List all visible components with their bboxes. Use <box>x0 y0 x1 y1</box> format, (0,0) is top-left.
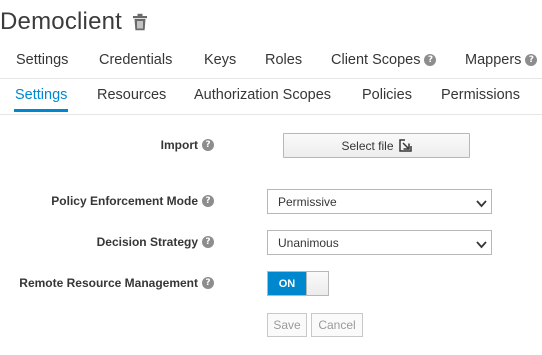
tab-label: Client Scopes <box>331 52 421 68</box>
tab-keys[interactable]: Keys <box>204 52 236 68</box>
field-label: Policy Enforcement Mode <box>51 194 198 208</box>
tab-credentials[interactable]: Credentials <box>99 52 172 68</box>
page-header: Democlient <box>0 5 148 39</box>
policy-enforcement-label: Policy Enforcement Mode? <box>51 194 214 208</box>
tab-label: Authorization Scopes <box>194 87 332 103</box>
field-label: Import <box>160 138 198 152</box>
tab-mappers[interactable]: Mappers? <box>465 52 538 68</box>
select-file-button[interactable]: Select file <box>283 133 470 158</box>
decision-strategy-select[interactable]: Unanimous <box>267 230 492 255</box>
chevron-down-icon <box>476 238 487 252</box>
tab-permissions[interactable]: Permissions <box>441 87 520 103</box>
tab-label: Permissions <box>441 87 520 103</box>
authorization-tabs: Settings Resources Authorization Scopes … <box>0 79 542 115</box>
toggle-on-label: ON <box>268 272 306 295</box>
save-button[interactable]: Save <box>267 313 307 337</box>
client-tabs: Settings Credentials Keys Roles Client S… <box>0 44 542 79</box>
trash-icon[interactable] <box>132 13 148 31</box>
tab-label: Keys <box>204 52 237 68</box>
chevron-down-icon <box>476 197 487 211</box>
remote-resource-toggle[interactable]: ON <box>267 271 329 296</box>
help-icon[interactable]: ? <box>202 236 214 248</box>
help-icon[interactable]: ? <box>202 277 214 289</box>
select-value: Unanimous <box>278 235 339 250</box>
tab-label: Roles <box>265 52 303 68</box>
cancel-button[interactable]: Cancel <box>311 313 363 337</box>
remote-resource-label: Remote Resource Management? <box>19 276 214 290</box>
tab-policies[interactable]: Policies <box>362 87 412 103</box>
tab-authorization-scopes[interactable]: Authorization Scopes <box>194 87 331 103</box>
toggle-knob <box>306 272 328 295</box>
tab-resources[interactable]: Resources <box>97 87 166 103</box>
tab-label: Credentials <box>99 52 173 68</box>
tab-label: Settings <box>15 87 68 103</box>
help-icon[interactable]: ? <box>202 139 214 151</box>
decision-strategy-label: Decision Strategy? <box>97 235 214 249</box>
select-value: Permissive <box>278 194 337 209</box>
tab-settings[interactable]: Settings <box>16 52 68 68</box>
tab-label: Resources <box>97 87 167 103</box>
policy-enforcement-select[interactable]: Permissive <box>267 189 492 214</box>
help-icon[interactable]: ? <box>202 195 214 207</box>
help-icon[interactable]: ? <box>525 54 538 66</box>
help-icon[interactable]: ? <box>424 54 437 66</box>
import-file-icon <box>398 139 412 152</box>
field-label: Decision Strategy <box>96 235 198 249</box>
field-label: Remote Resource Management <box>19 276 198 290</box>
tab-label: Mappers <box>465 52 522 68</box>
tab-roles[interactable]: Roles <box>265 52 302 68</box>
tab-label: Settings <box>16 52 69 68</box>
tab-label: Policies <box>362 87 412 103</box>
tab-client-scopes[interactable]: Client Scopes? <box>331 52 437 68</box>
tab-authz-settings[interactable]: Settings <box>15 87 67 103</box>
active-tab-indicator <box>14 109 68 112</box>
button-label: Select file <box>341 138 394 153</box>
page-title: Democlient <box>0 8 123 35</box>
import-label: Import? <box>161 138 214 152</box>
